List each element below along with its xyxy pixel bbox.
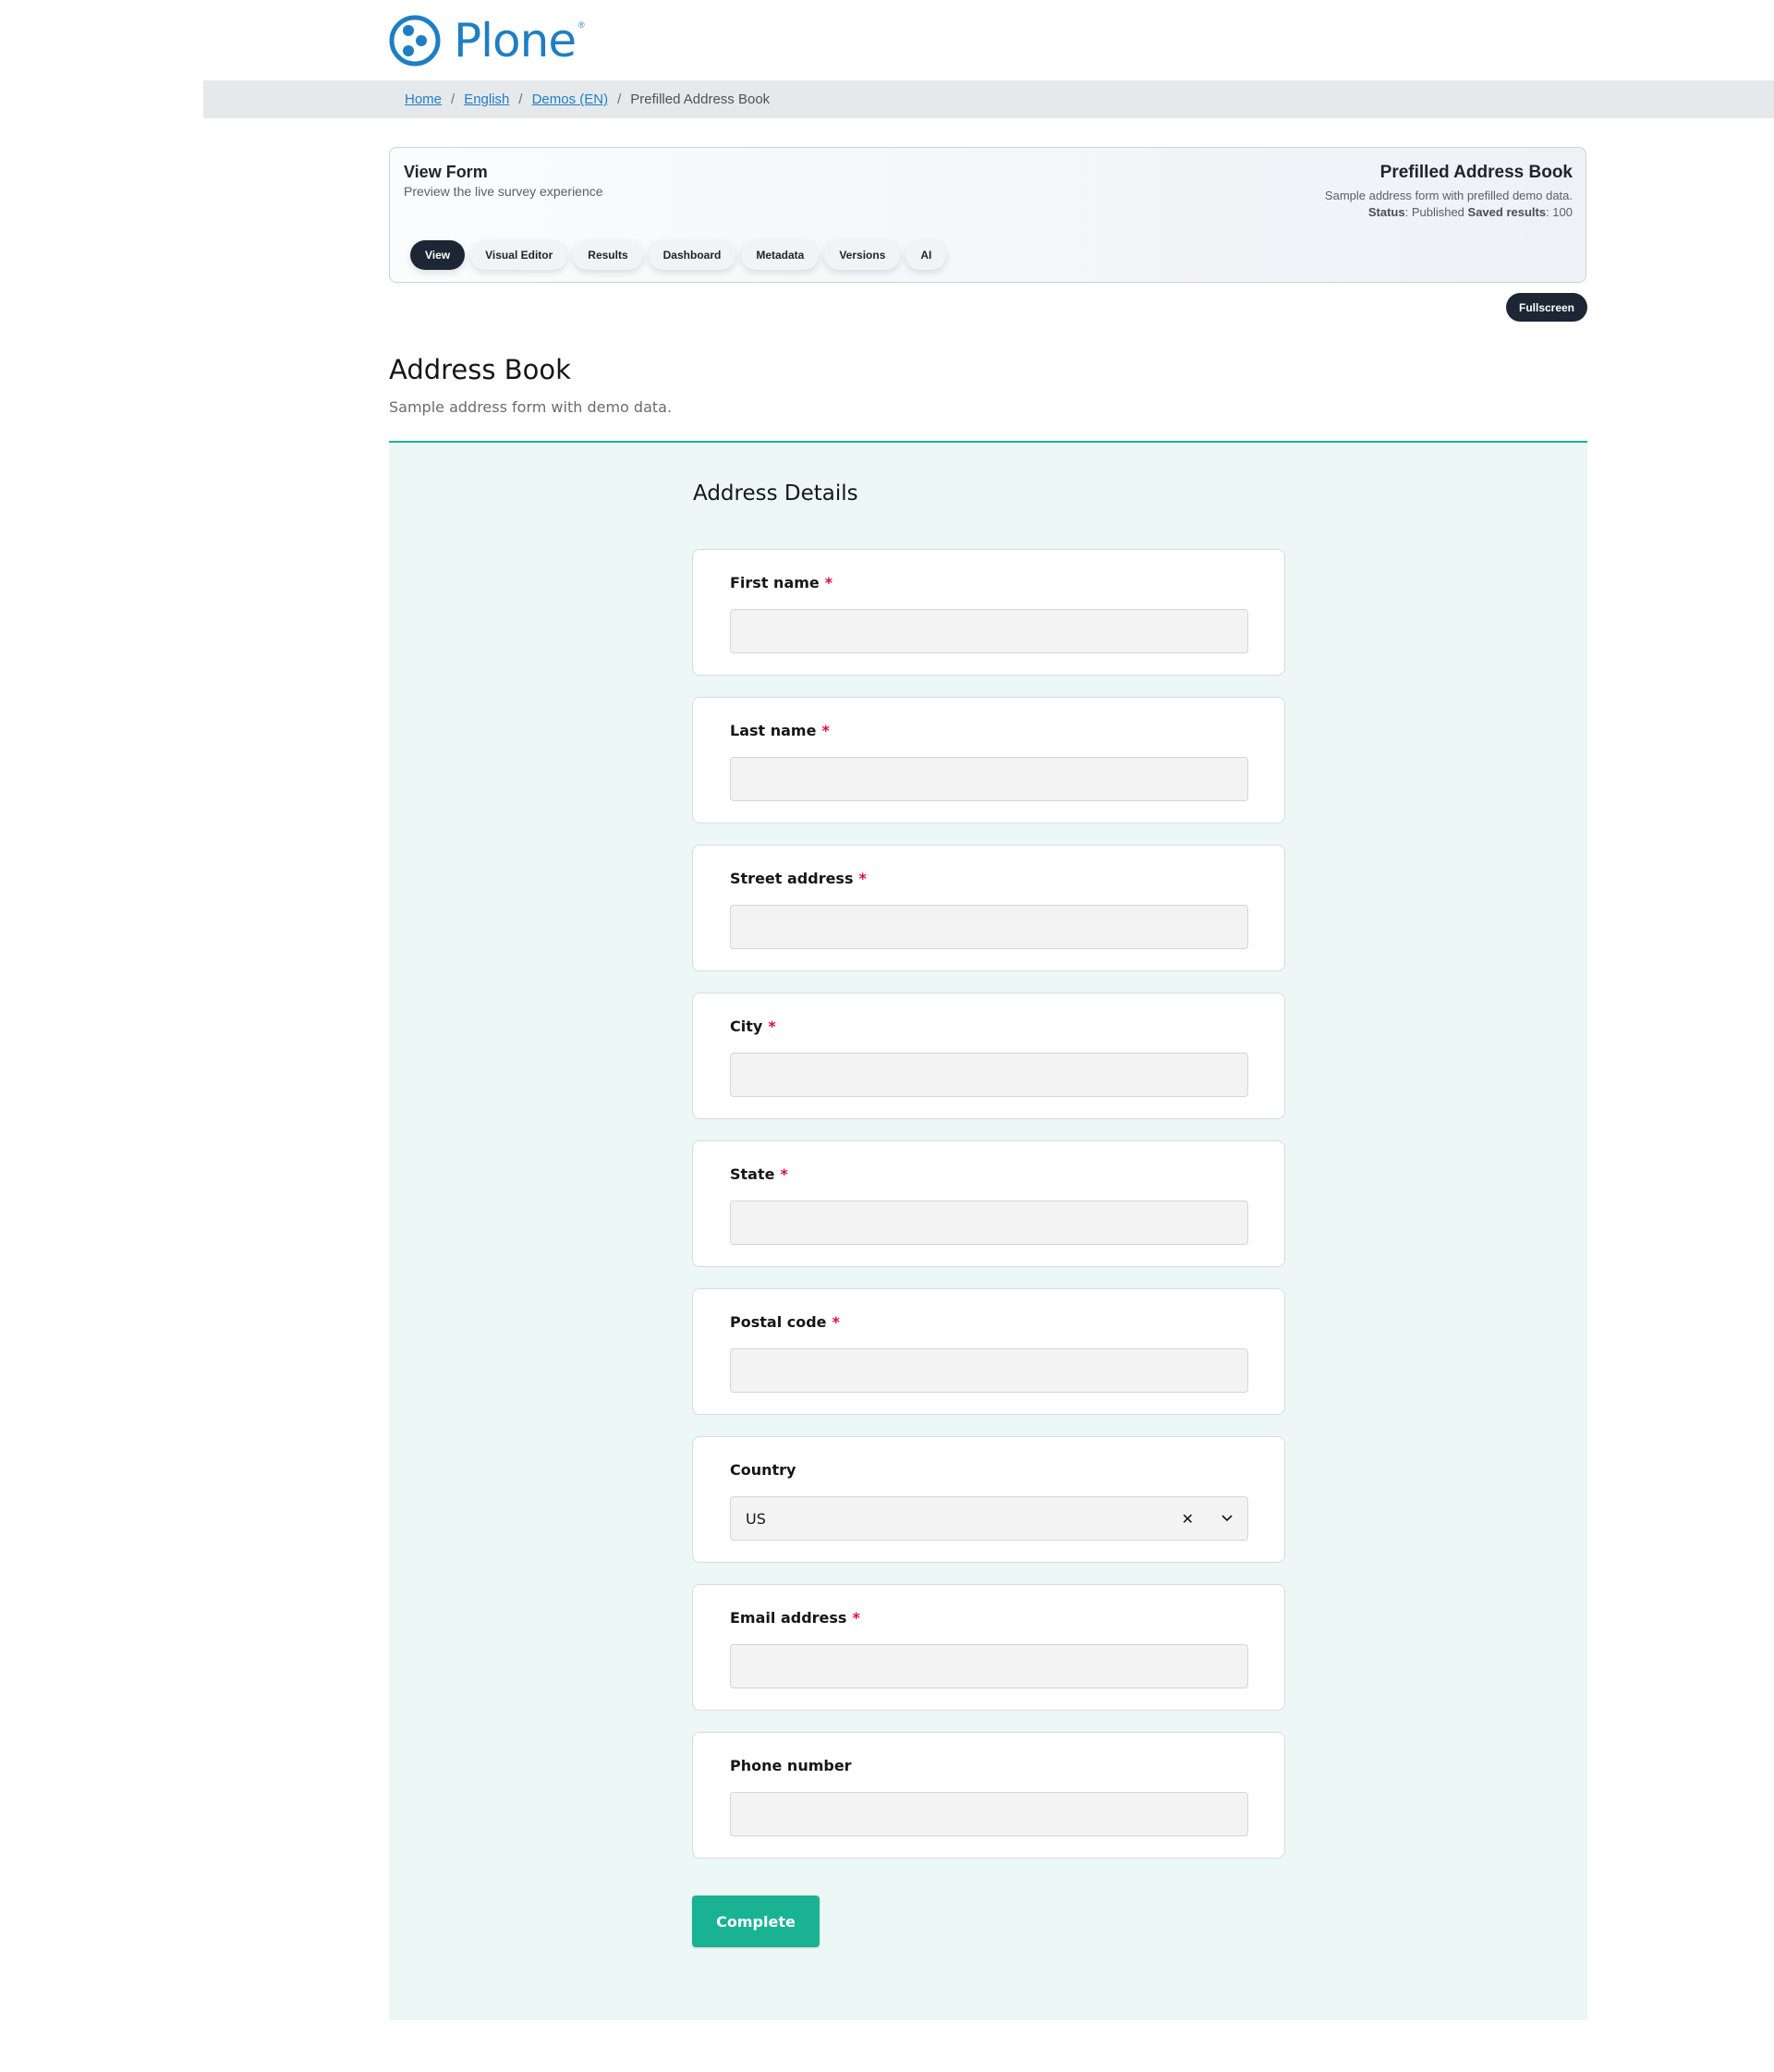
required-marker: * (824, 574, 833, 591)
tab-dashboard[interactable]: Dashboard (648, 240, 736, 270)
complete-button[interactable]: Complete (692, 1895, 820, 1947)
first-name-input[interactable] (730, 609, 1248, 653)
form-name: Prefilled Address Book (1379, 163, 1573, 182)
country-selected-value: US (746, 1509, 766, 1528)
breadcrumb-bar: Home / English / Demos (EN) / Prefilled … (203, 80, 1774, 118)
question-first-name: First name * (692, 549, 1285, 676)
required-marker: * (832, 1313, 840, 1331)
chevron-down-icon[interactable] (1221, 1512, 1233, 1525)
question-email-address: Email address * (692, 1584, 1285, 1711)
plone-logo-icon (389, 15, 441, 67)
status-value: : Published (1404, 205, 1468, 219)
country-dropdown[interactable]: US ✕ (730, 1496, 1248, 1541)
breadcrumb-separator: / (617, 91, 622, 107)
question-label: Email address * (730, 1609, 860, 1627)
question-street-address: Street address * (692, 845, 1285, 971)
question-label: Country (730, 1461, 796, 1479)
survey-title: Address Book (389, 354, 571, 385)
clear-icon[interactable]: ✕ (1182, 1510, 1194, 1528)
breadcrumb-home[interactable]: Home (405, 91, 442, 107)
street-address-input[interactable] (730, 905, 1248, 949)
tab-ai[interactable]: AI (905, 240, 947, 270)
breadcrumb-current: Prefilled Address Book (630, 91, 771, 107)
breadcrumb-separator: / (451, 91, 456, 107)
question-label: First name * (730, 574, 833, 591)
logo-registered-mark: ® (578, 20, 585, 30)
breadcrumb-english[interactable]: English (464, 91, 509, 107)
required-marker: * (780, 1165, 788, 1183)
form-tabs: View Visual Editor Results Dashboard Met… (410, 240, 947, 270)
question-label: Phone number (730, 1757, 852, 1774)
tab-metadata[interactable]: Metadata (741, 240, 820, 270)
email-address-input[interactable] (730, 1644, 1248, 1688)
breadcrumb: Home / English / Demos (EN) / Prefilled … (405, 80, 770, 118)
form-info-panel: View Form Preview the live survey experi… (389, 147, 1586, 283)
tab-visual-editor[interactable]: Visual Editor (470, 240, 568, 270)
survey-description: Sample address form with demo data. (389, 398, 673, 416)
form-description: Sample address form with prefilled demo … (1324, 189, 1573, 202)
question-country: Country US ✕ (692, 1436, 1285, 1563)
required-marker: * (821, 722, 830, 739)
phone-number-input[interactable] (730, 1792, 1248, 1836)
saved-results-label: Saved results (1467, 205, 1547, 219)
panel-title: View Form (404, 163, 488, 181)
logo-wordmark: Plone (454, 14, 577, 67)
question-state: State * (692, 1140, 1285, 1267)
breadcrumb-demos[interactable]: Demos (EN) (532, 91, 609, 107)
required-marker: * (768, 1018, 776, 1035)
question-phone-number: Phone number (692, 1732, 1285, 1859)
saved-results-value: : 100 (1546, 205, 1573, 219)
fullscreen-button[interactable]: Fullscreen (1506, 293, 1587, 322)
question-last-name: Last name * (692, 697, 1285, 823)
question-city: City * (692, 993, 1285, 1119)
postal-code-input[interactable] (730, 1348, 1248, 1393)
question-label: Street address * (730, 870, 867, 887)
form-status: Status: Published Saved results: 100 (1325, 205, 1573, 219)
plone-logo[interactable]: Plone ® (389, 14, 585, 67)
required-marker: * (852, 1609, 860, 1627)
question-label: State * (730, 1165, 788, 1183)
question-label: Postal code * (730, 1313, 840, 1331)
last-name-input[interactable] (730, 757, 1248, 801)
form-summary: Prefilled Address Book Sample address fo… (1325, 163, 1573, 219)
survey-body: Address Details First name * Last name * S… (389, 441, 1587, 2020)
question-label: City * (730, 1018, 776, 1035)
tab-results[interactable]: Results (573, 240, 643, 270)
page-title: Address Details (693, 481, 858, 506)
tab-versions[interactable]: Versions (824, 240, 901, 270)
state-input[interactable] (730, 1201, 1248, 1245)
status-label: Status (1367, 205, 1405, 219)
city-input[interactable] (730, 1053, 1248, 1097)
question-label: Last name * (730, 722, 830, 739)
breadcrumb-separator: / (518, 91, 523, 107)
panel-subtitle: Preview the live survey experience (404, 184, 603, 199)
tab-view[interactable]: View (410, 240, 466, 270)
required-marker: * (858, 870, 867, 887)
question-postal-code: Postal code * (692, 1288, 1285, 1415)
